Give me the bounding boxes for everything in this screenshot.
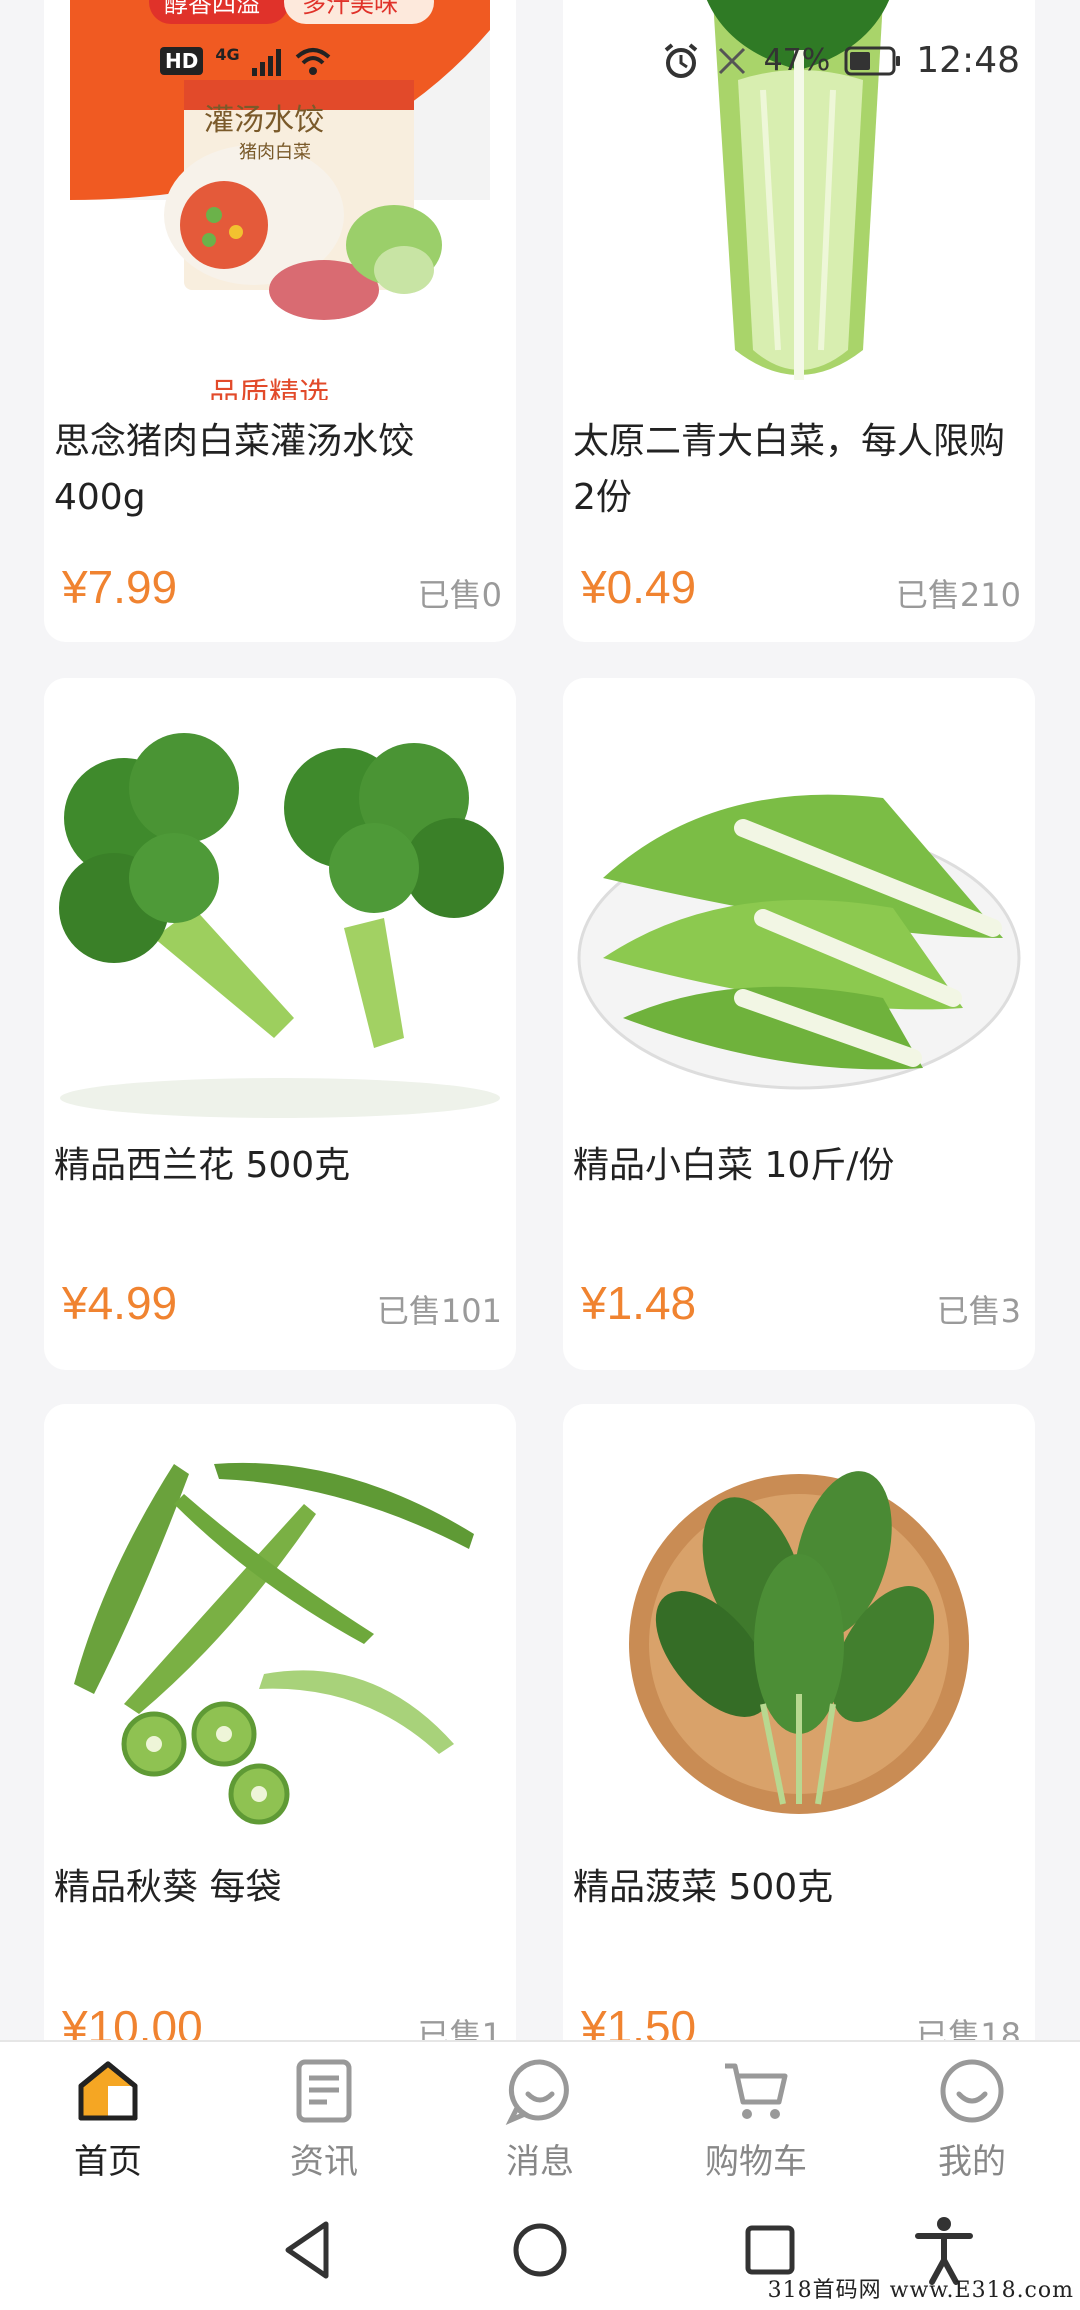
- banner-bottom: 品质精选: [209, 377, 329, 400]
- banner-tag-1: 醇香四溢: [164, 0, 260, 18]
- profile-icon: [940, 2059, 1004, 2123]
- product-price: ¥4.99: [62, 1277, 178, 1329]
- product-card[interactable]: 太原二青大白菜，每人限购2份 ¥0.49 已售210: [563, 0, 1035, 642]
- nav-item-cart[interactable]: 购物车: [648, 2042, 864, 2192]
- product-image: 灌汤水饺 猪肉白菜 醇香四溢 多汁美味 品质精选: [44, 0, 516, 400]
- nav-label: 购物车: [705, 2142, 807, 2182]
- nav-item-home[interactable]: 首页: [0, 2042, 216, 2192]
- watermark: 318首码网 www.E318.com: [767, 2278, 1074, 2303]
- product-title: 精品小白菜 10斤/份: [573, 1145, 895, 1186]
- product-image: [563, 0, 1035, 400]
- product-price: ¥7.99: [62, 561, 178, 613]
- product-title: 精品西兰花 500克: [54, 1145, 351, 1186]
- nav-item-messages[interactable]: 消息: [432, 2042, 648, 2192]
- package-sub: 猪肉白菜: [239, 142, 311, 163]
- nav-label: 我的: [938, 2142, 1006, 2182]
- product-title: 精品菠菜 500克: [573, 1867, 834, 1908]
- napa-cabbage-image: [563, 0, 1035, 400]
- product-sold: 已售0: [417, 576, 502, 614]
- product-title: 太原二青大白菜，每人限购2份: [573, 421, 1006, 518]
- product-image: [44, 1404, 516, 1854]
- product-card[interactable]: 精品秋葵 每袋 ¥10.00 已售1: [44, 1404, 516, 2104]
- product-sold: 已售210: [895, 576, 1021, 614]
- spinach-basket-image: [563, 1404, 1035, 1854]
- product-card[interactable]: 精品小白菜 10斤/份 ¥1.48 已售3: [563, 678, 1035, 1370]
- bottom-nav: 首页 资讯 消息 购物车 我的: [0, 2040, 1080, 2192]
- message-icon: [505, 2059, 569, 2125]
- product-title: 精品秋葵 每袋: [54, 1867, 282, 1908]
- product-image: [44, 678, 516, 1128]
- package-name: 灌汤水饺: [204, 103, 324, 138]
- app-screen: HD 4G 47% 12:48 灌汤水饺 猪肉白菜 醇香四溢 多汁美味 品质精选…: [0, 0, 1080, 2310]
- product-price: ¥0.49: [581, 561, 697, 613]
- bok-choy-plate-image: [563, 678, 1035, 1128]
- home-circle-icon[interactable]: [500, 2210, 580, 2290]
- nav-label: 资讯: [290, 2142, 358, 2182]
- product-sold: 已售101: [376, 1292, 502, 1330]
- product-card[interactable]: 精品西兰花 500克 ¥4.99 已售101: [44, 678, 516, 1370]
- product-image: [563, 678, 1035, 1128]
- product-title: 思念猪肉白菜灌汤水饺400g: [54, 421, 415, 518]
- nav-label: 首页: [74, 2142, 142, 2182]
- broccoli-image: [44, 678, 516, 1128]
- home-icon: [78, 2061, 138, 2121]
- back-icon[interactable]: [268, 2210, 348, 2290]
- nav-item-profile[interactable]: 我的: [864, 2042, 1080, 2192]
- product-image: [563, 1404, 1035, 1854]
- nav-label: 消息: [506, 2142, 574, 2182]
- okra-image: [44, 1404, 516, 1854]
- product-price: ¥1.48: [581, 1277, 697, 1329]
- nav-item-news[interactable]: 资讯: [216, 2042, 432, 2192]
- product-card[interactable]: 灌汤水饺 猪肉白菜 醇香四溢 多汁美味 品质精选 思念猪肉白菜灌汤水饺400g …: [44, 0, 516, 642]
- banner-tag-2: 多汁美味: [302, 0, 398, 18]
- news-icon: [296, 2059, 352, 2123]
- cart-icon: [725, 2063, 788, 2119]
- dumpling-package-image: 灌汤水饺 猪肉白菜 醇香四溢 多汁美味 品质精选: [44, 0, 516, 400]
- product-sold: 已售3: [936, 1292, 1021, 1330]
- product-card[interactable]: 精品菠菜 500克 ¥1.50 已售18: [563, 1404, 1035, 2104]
